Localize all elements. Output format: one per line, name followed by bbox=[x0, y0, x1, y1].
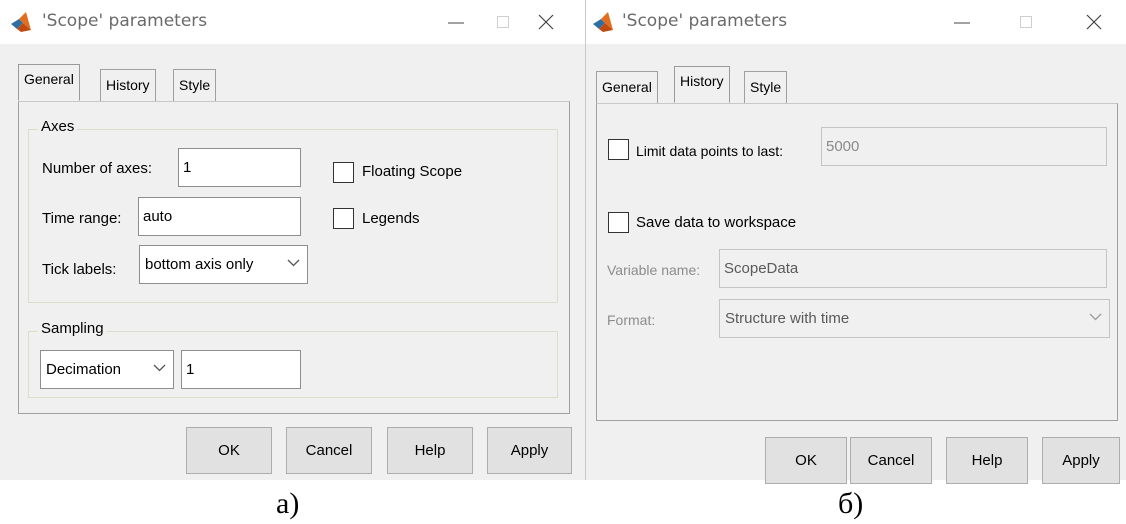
scope-parameters-dialog-general: 'Scope' parameters General History Style… bbox=[0, 0, 586, 480]
sampling-mode-value: Decimation bbox=[46, 361, 122, 378]
chevron-down-icon[interactable] bbox=[1083, 300, 1109, 337]
floating-scope-label: Floating Scope bbox=[362, 163, 463, 180]
minimize-icon[interactable] bbox=[442, 8, 470, 36]
ok-button[interactable]: OK bbox=[186, 427, 272, 474]
title-bar[interactable]: 'Scope' parameters bbox=[0, 0, 585, 44]
sampling-factor-input[interactable]: 1 bbox=[181, 350, 301, 389]
maximize-icon[interactable] bbox=[489, 8, 517, 36]
format-value: Structure with time bbox=[725, 310, 850, 327]
chevron-down-icon[interactable] bbox=[147, 351, 173, 388]
help-button[interactable]: Help bbox=[387, 427, 473, 474]
caption-a: а) bbox=[276, 487, 300, 520]
limit-data-points-input[interactable]: 5000 bbox=[821, 127, 1107, 166]
limit-data-points-label: Limit data points to last: bbox=[636, 143, 784, 159]
format-select[interactable]: Structure with time bbox=[719, 299, 1110, 338]
matlab-icon bbox=[11, 12, 31, 32]
time-range-input[interactable]: auto bbox=[138, 197, 301, 236]
tick-labels-select[interactable]: bottom axis only bbox=[139, 245, 308, 284]
cancel-button[interactable]: Cancel bbox=[850, 437, 932, 484]
close-icon[interactable] bbox=[1080, 8, 1108, 36]
variable-name-input[interactable]: ScopeData bbox=[719, 249, 1107, 288]
tab-style[interactable]: Style bbox=[744, 71, 788, 103]
cancel-button[interactable]: Cancel bbox=[286, 427, 372, 474]
tab-general[interactable]: General bbox=[18, 64, 80, 101]
matlab-icon bbox=[593, 12, 613, 32]
tick-labels-value: bottom axis only bbox=[145, 256, 254, 273]
maximize-icon[interactable] bbox=[1012, 8, 1040, 36]
variable-name-label: Variable name: bbox=[607, 262, 701, 278]
scope-parameters-dialog-history: 'Scope' parameters General History Style… bbox=[586, 0, 1126, 484]
caption-b: б) bbox=[838, 487, 864, 520]
window-title: 'Scope' parameters bbox=[42, 11, 208, 31]
format-label: Format: bbox=[607, 312, 656, 328]
num-axes-label: Number of axes: bbox=[42, 160, 153, 177]
chevron-down-icon[interactable] bbox=[281, 246, 307, 283]
help-button[interactable]: Help bbox=[946, 437, 1028, 484]
legends-label: Legends bbox=[362, 210, 420, 227]
apply-button[interactable]: Apply bbox=[487, 427, 572, 474]
tab-history[interactable]: History bbox=[674, 66, 730, 103]
legends-checkbox[interactable] bbox=[333, 208, 354, 229]
tick-labels-label: Tick labels: bbox=[42, 261, 117, 278]
sampling-mode-select[interactable]: Decimation bbox=[40, 350, 174, 389]
time-range-label: Time range: bbox=[42, 210, 122, 227]
window-title: 'Scope' parameters bbox=[622, 11, 788, 31]
tab-style[interactable]: Style bbox=[173, 69, 217, 101]
axes-group-label: Axes bbox=[38, 118, 78, 135]
title-bar[interactable]: 'Scope' parameters bbox=[586, 0, 1126, 44]
apply-button[interactable]: Apply bbox=[1042, 437, 1120, 484]
save-to-workspace-checkbox[interactable] bbox=[608, 212, 629, 233]
tab-general[interactable]: General bbox=[596, 71, 658, 103]
close-icon[interactable] bbox=[532, 8, 560, 36]
save-to-workspace-label: Save data to workspace bbox=[636, 214, 797, 231]
sampling-group-label: Sampling bbox=[38, 320, 107, 337]
ok-button[interactable]: OK bbox=[765, 437, 847, 484]
minimize-icon[interactable] bbox=[948, 8, 976, 36]
num-axes-input[interactable]: 1 bbox=[178, 148, 301, 187]
floating-scope-checkbox[interactable] bbox=[333, 162, 354, 183]
tab-history[interactable]: History bbox=[100, 69, 156, 101]
limit-data-points-checkbox[interactable] bbox=[608, 139, 629, 160]
